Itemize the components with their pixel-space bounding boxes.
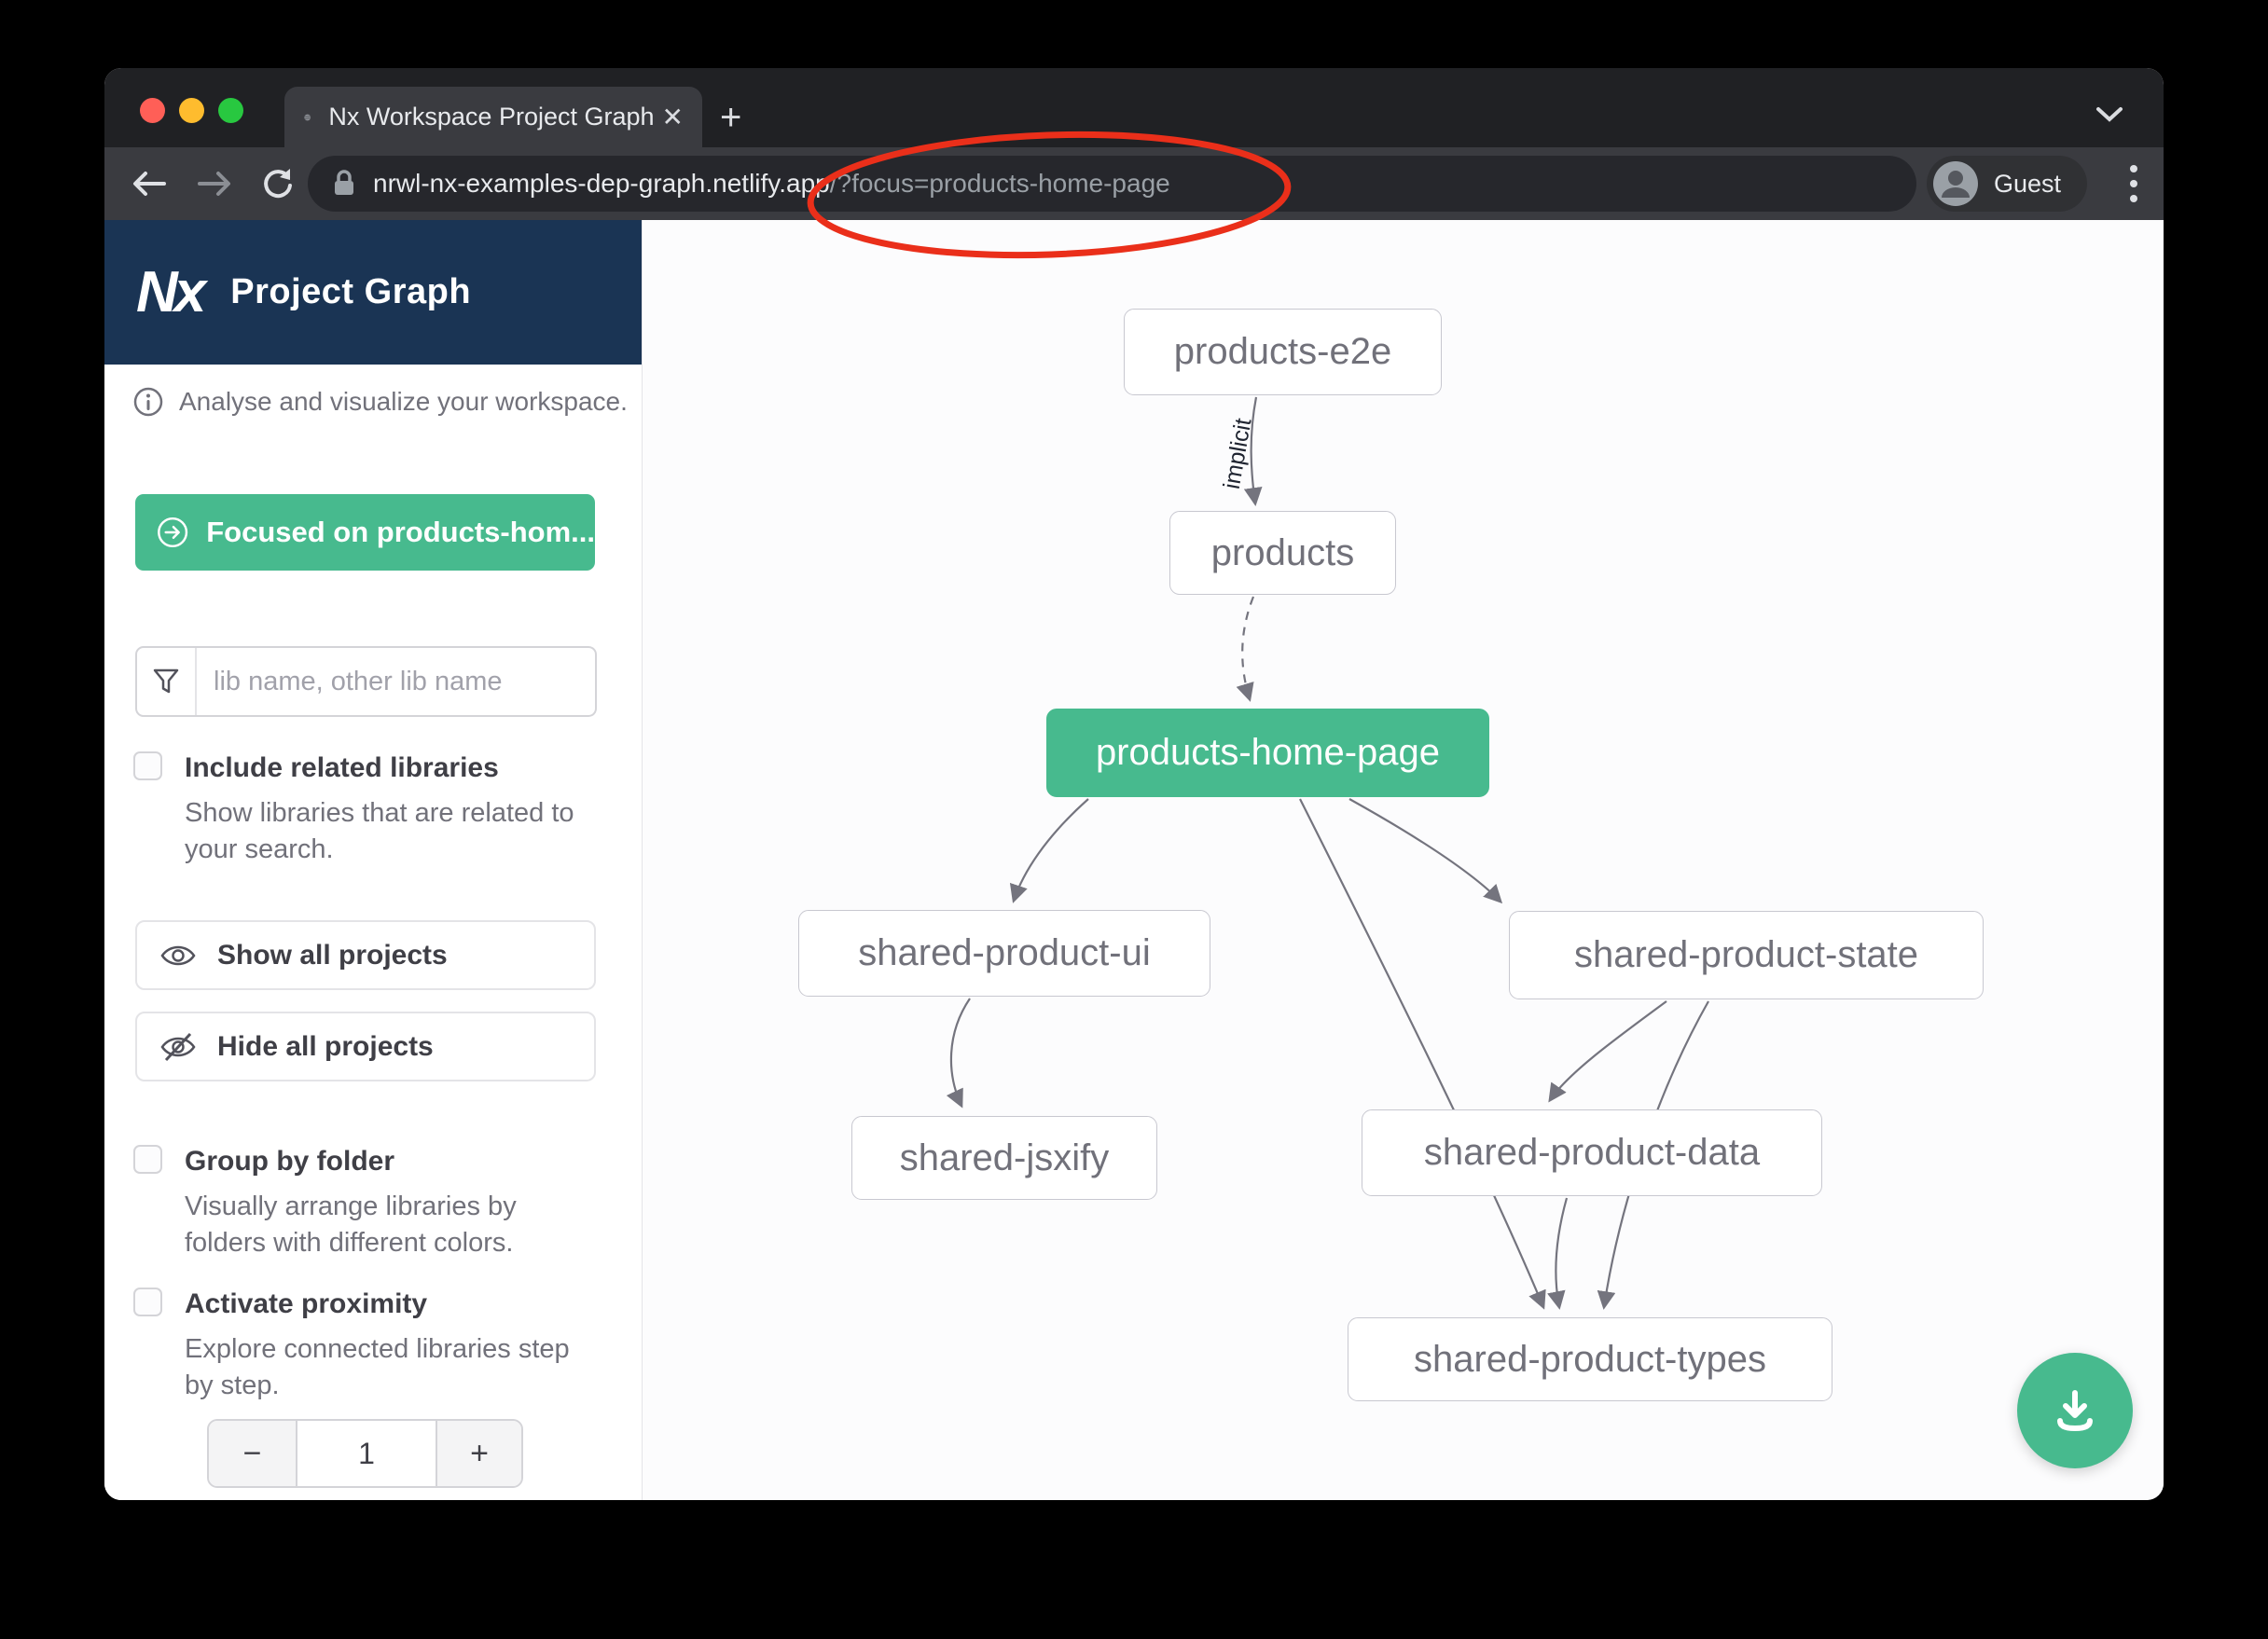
graph-node-shared-jsxify[interactable]: shared-jsxify	[851, 1116, 1157, 1200]
nx-logo: Nx	[136, 259, 202, 325]
page-content: Nx Project Graph Analyse and visualize y…	[104, 220, 2164, 1500]
lock-icon	[330, 168, 358, 200]
focused-button[interactable]: Focused on products-hom...	[135, 494, 595, 571]
hide-all-projects-button[interactable]: Hide all projects	[135, 1012, 596, 1081]
sidebar: Nx Project Graph Analyse and visualize y…	[104, 220, 643, 1500]
zoom-window-button[interactable]	[218, 98, 243, 123]
forward-icon[interactable]	[194, 167, 235, 200]
edge-ui-jsxify	[951, 999, 970, 1106]
eye-off-icon	[159, 1031, 197, 1063]
kebab-menu-icon[interactable]	[2128, 160, 2139, 207]
globe-favicon-icon	[303, 101, 311, 134]
url-text: nrwl-nx-examples-dep-graph.netlify.app/?…	[373, 169, 1170, 199]
option-group-by-folder: Group by folder Visually arrange librari…	[133, 1145, 600, 1261]
back-icon[interactable]	[129, 167, 170, 200]
filter-input[interactable]	[197, 648, 595, 715]
option-label: Group by folder	[185, 1146, 394, 1178]
option-description: Show libraries that are related to your …	[185, 795, 586, 868]
refresh-icon[interactable]	[259, 165, 297, 202]
avatar-icon	[1932, 160, 1979, 207]
edge-e2e-products	[1252, 397, 1256, 503]
show-all-projects-label: Show all projects	[217, 940, 448, 971]
graph-node-shared-product-state[interactable]: shared-product-state	[1509, 911, 1984, 999]
graph-node-shared-product-types[interactable]: shared-product-types	[1348, 1317, 1832, 1401]
edge-php-state	[1349, 799, 1500, 902]
edge-php-types	[1300, 799, 1543, 1307]
activate-proximity-checkbox[interactable]	[133, 1288, 162, 1316]
eye-icon	[159, 942, 197, 970]
include-related-checkbox[interactable]	[133, 751, 162, 780]
graph-node-products-e2e[interactable]: products-e2e	[1124, 309, 1442, 395]
url-bar[interactable]: nrwl-nx-examples-dep-graph.netlify.app/?…	[308, 156, 1916, 212]
option-activate-proximity: Activate proximity Explore connected lib…	[133, 1288, 600, 1404]
option-label: Include related libraries	[185, 752, 499, 784]
stepper-increment-button[interactable]: +	[436, 1421, 521, 1486]
graph-edges: implicit	[643, 220, 2164, 1500]
graph-node-products-home-page[interactable]: products-home-page	[1046, 709, 1489, 797]
funnel-icon	[151, 667, 181, 696]
close-window-button[interactable]	[140, 98, 165, 123]
url-path: /?focus=products-home-page	[830, 169, 1170, 198]
tab-nx-workspace[interactable]: Nx Workspace Project Graph ✕	[284, 87, 702, 147]
filter-icon-cell	[137, 648, 197, 715]
edge-products-home-page	[1242, 597, 1253, 699]
option-label: Activate proximity	[185, 1288, 427, 1320]
sidebar-header: Nx Project Graph	[104, 220, 642, 365]
edge-data-types	[1556, 1198, 1567, 1307]
group-by-folder-checkbox[interactable]	[133, 1145, 162, 1174]
profile-button[interactable]: Guest	[1927, 156, 2087, 212]
tagline: Analyse and visualize your workspace.	[179, 387, 628, 417]
show-all-projects-button[interactable]: Show all projects	[135, 920, 596, 990]
graph-node-shared-product-data[interactable]: shared-product-data	[1362, 1109, 1822, 1196]
dependency-graph-canvas[interactable]: implicit products-e2e products products-…	[643, 220, 2164, 1500]
browser-window: Nx Workspace Project Graph ✕ + nrwl-nx-e…	[104, 68, 2164, 1500]
proximity-stepper: − 1 +	[207, 1419, 523, 1488]
option-description: Explore connected libraries step by step…	[185, 1331, 586, 1404]
graph-node-shared-product-ui[interactable]: shared-product-ui	[798, 910, 1210, 997]
filter-box	[135, 646, 597, 717]
option-include-related: Include related libraries Show libraries…	[133, 751, 600, 868]
info-icon	[132, 386, 164, 418]
download-graph-button[interactable]	[2017, 1353, 2133, 1468]
profile-label: Guest	[1994, 170, 2061, 199]
browser-toolbar: nrwl-nx-examples-dep-graph.netlify.app/?…	[104, 147, 2164, 220]
tab-close-icon[interactable]: ✕	[662, 102, 684, 132]
focus-arrow-icon	[156, 512, 189, 553]
url-domain: nrwl-nx-examples-dep-graph.netlify.app	[373, 169, 830, 198]
page-title: Project Graph	[230, 272, 471, 312]
tagline-row: Analyse and visualize your workspace.	[132, 386, 628, 418]
minimize-window-button[interactable]	[179, 98, 204, 123]
focused-button-label: Focused on products-hom...	[206, 516, 595, 549]
edge-php-ui	[1014, 799, 1088, 901]
stepper-decrement-button[interactable]: −	[209, 1421, 297, 1486]
download-icon	[2046, 1382, 2104, 1439]
stepper-value: 1	[297, 1421, 436, 1486]
edge-state-data	[1550, 1001, 1666, 1100]
option-description: Visually arrange libraries by folders wi…	[185, 1189, 586, 1261]
tab-strip: Nx Workspace Project Graph ✕ +	[104, 68, 2164, 147]
graph-node-products[interactable]: products	[1169, 511, 1396, 595]
hide-all-projects-label: Hide all projects	[217, 1031, 434, 1063]
tab-title: Nx Workspace Project Graph	[328, 103, 654, 131]
chevron-down-icon[interactable]	[2095, 105, 2124, 124]
new-tab-button[interactable]: +	[720, 102, 741, 133]
